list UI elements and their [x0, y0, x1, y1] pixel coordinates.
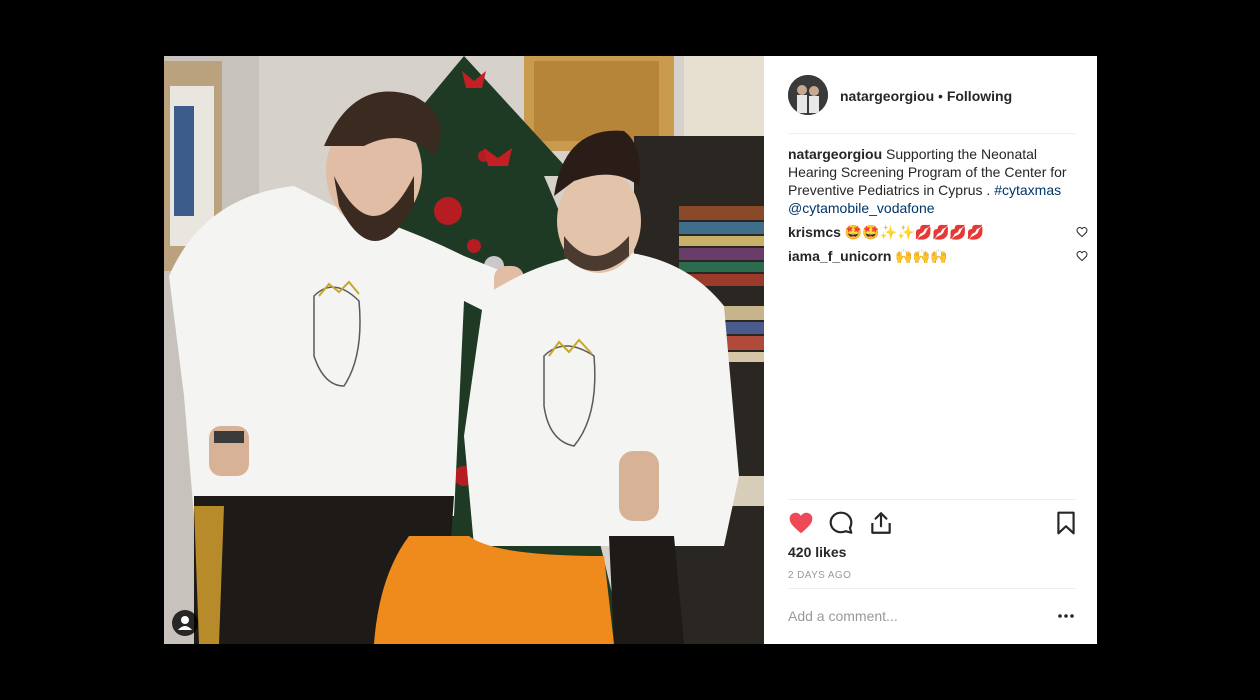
comment-text: 🙌🙌🙌 — [895, 248, 948, 264]
comment-item: krismcs 🤩🤩✨✨💋💋💋💋 — [788, 223, 1088, 241]
post-modal: natargeorgiou • Following natargeorgiou … — [164, 56, 1097, 644]
post-timestamp[interactable]: 2 DAYS AGO — [788, 570, 851, 581]
follow-button[interactable]: Following — [947, 88, 1012, 104]
caption-hashtag[interactable]: #cytaxmas — [994, 182, 1061, 198]
header-separator: • — [934, 88, 947, 104]
post-header: natargeorgiou • Following — [788, 56, 1075, 134]
caption: natargeorgiou Supporting the Neonatal He… — [788, 145, 1078, 217]
user-tag-icon[interactable] — [172, 610, 198, 636]
comment-text: 🤩🤩✨✨💋💋💋💋 — [844, 224, 985, 240]
header-username[interactable]: natargeorgiou — [840, 88, 934, 104]
share-icon[interactable] — [868, 510, 894, 536]
comment-list: natargeorgiou Supporting the Neonatal He… — [788, 145, 1088, 265]
heart-outline-icon[interactable] — [1076, 226, 1088, 238]
post-photo[interactable] — [164, 56, 764, 644]
comment-bubble-icon[interactable] — [828, 510, 854, 536]
heart-outline-icon[interactable] — [1076, 250, 1088, 262]
comment-input[interactable] — [788, 606, 1038, 626]
comment-username[interactable]: iama_f_unicorn — [788, 248, 891, 264]
caption-mention[interactable]: @cytamobile_vodafone — [788, 200, 935, 216]
more-options-icon[interactable] — [1057, 610, 1075, 622]
like-count[interactable]: 420 likes — [788, 544, 846, 560]
comment-username[interactable]: krismcs — [788, 224, 841, 240]
caption-username[interactable]: natargeorgiou — [788, 146, 882, 162]
header-text: natargeorgiou • Following — [840, 87, 1012, 105]
comment-item: iama_f_unicorn 🙌🙌🙌 — [788, 247, 1088, 265]
avatar[interactable] — [788, 75, 828, 115]
comment-box — [788, 588, 1075, 644]
bookmark-icon[interactable] — [1053, 510, 1079, 536]
post-side-panel: natargeorgiou • Following natargeorgiou … — [764, 56, 1097, 644]
heart-filled-icon[interactable] — [788, 510, 814, 536]
photo-illustration — [164, 56, 764, 644]
action-section: 420 likes 2 DAYS AGO — [788, 499, 1075, 644]
